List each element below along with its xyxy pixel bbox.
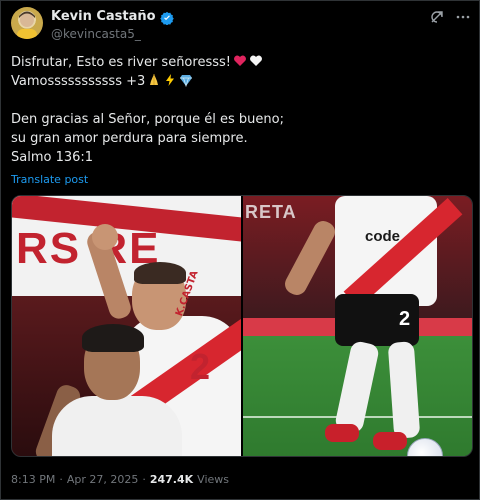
post-time[interactable]: 8:13 PM (11, 473, 55, 486)
shorts-number: 2 (399, 308, 411, 330)
tweet-line-1: Disfrutar, Esto es river señoresss! (11, 53, 471, 72)
tweet-line-4: su gran amor perdura para siempre. (11, 131, 248, 146)
folded-hands-emoji (147, 73, 161, 87)
avatar[interactable] (11, 7, 43, 39)
grok-icon[interactable] (429, 9, 445, 25)
tweet-card: Kevin Castaño @kevincasta5_ Disfrutar, E… (0, 0, 480, 500)
tweet-text: Disfrutar, Esto es river señoresss! Vamo… (11, 53, 471, 167)
red-heart-emoji (233, 54, 247, 68)
tweet-line-2: Vamosssssssssss +3 (11, 72, 471, 91)
tweet-line-3: Den gracias al Señor, porque él es bueno… (11, 112, 284, 127)
translate-post-link[interactable]: Translate post (11, 173, 88, 186)
tweet-meta: 8:13 PM · Apr 27, 2025 · 247.4K Views (11, 473, 229, 486)
white-heart-emoji (249, 54, 263, 68)
tweet-header: Kevin Castaño @kevincasta5_ (11, 7, 471, 43)
views-label: Views (197, 473, 230, 486)
stand-banner-text: RETA (245, 202, 297, 222)
photo-celebration[interactable]: RS RE K.CASTA 2 (12, 196, 241, 456)
shirt-sponsor: code (365, 228, 401, 245)
verified-badge-icon (159, 10, 174, 25)
meta-separator: · (59, 473, 63, 486)
author-handle[interactable]: @kevincasta5_ (51, 27, 141, 41)
more-icon[interactable] (455, 9, 471, 25)
media-gallery: RS RE K.CASTA 2 RETA code 2 (11, 195, 473, 457)
shirt-number: 2 (190, 346, 211, 387)
views-count[interactable]: 247.4K (150, 473, 193, 486)
post-date[interactable]: Apr 27, 2025 (67, 473, 139, 486)
meta-separator: · (142, 473, 146, 486)
high-voltage-emoji (163, 73, 177, 87)
tweet-line-5: Salmo 136:1 (11, 150, 94, 165)
author-name[interactable]: Kevin Castaño (51, 9, 156, 24)
photo-action[interactable]: RETA code 2 (243, 196, 472, 456)
gem-stone-emoji (179, 73, 193, 88)
